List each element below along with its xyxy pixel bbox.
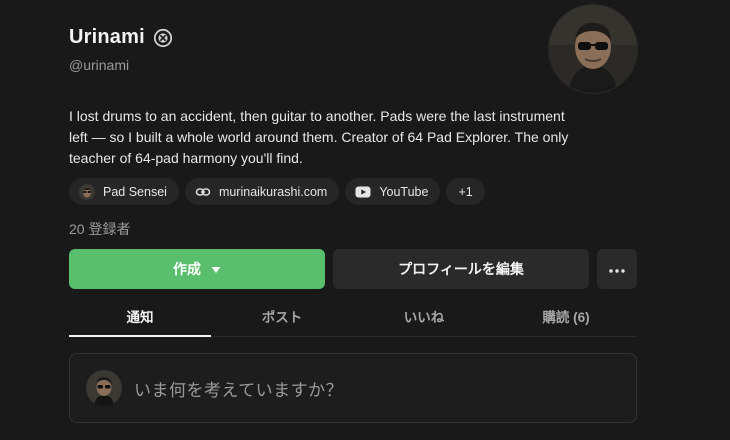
edit-profile-button[interactable]: プロフィールを編集: [333, 249, 589, 289]
profile-tabs: 通知 ポスト いいね 購読 (6): [69, 300, 637, 337]
profile-page: Urinami @urinami I lost drums to an acci…: [0, 0, 730, 440]
composer-placeholder: いま何を考えていますか？: [134, 380, 344, 400]
subscriber-count: 20 登録者: [69, 221, 131, 237]
verified-badge-icon: [153, 28, 173, 48]
post-composer[interactable]: いま何を考えていますか？: [69, 353, 637, 423]
more-links-chip[interactable]: +1: [446, 178, 485, 205]
youtube-icon: [355, 184, 371, 200]
caret-down-icon: [211, 261, 221, 277]
tab-notifications[interactable]: 通知: [69, 300, 211, 337]
profile-handle: @urinami: [69, 57, 130, 73]
avatar-icon: [79, 183, 95, 200]
profile-header: Urinami @urinami: [69, 26, 173, 73]
profile-bio: I lost drums to an accident, then guitar…: [69, 108, 569, 166]
tab-posts[interactable]: ポスト: [211, 300, 353, 336]
tab-subscriptions[interactable]: 購読 (6): [495, 300, 637, 336]
composer-avatar: [86, 370, 122, 406]
profile-actions: 作成 プロフィールを編集: [69, 249, 637, 289]
more-dots-icon: [609, 260, 625, 278]
profile-avatar[interactable]: [549, 5, 637, 93]
more-options-button[interactable]: [597, 249, 637, 289]
link-chip-pad-sensei[interactable]: Pad Sensei: [69, 178, 179, 205]
tab-likes[interactable]: いいね: [353, 300, 495, 336]
link-icon: [195, 184, 211, 200]
profile-name: Urinami: [69, 26, 145, 48]
profile-links: Pad Sensei murinaikurashi.com YouTube +1: [69, 178, 485, 205]
link-chip-website[interactable]: murinaikurashi.com: [184, 178, 340, 205]
link-chip-youtube[interactable]: YouTube: [345, 178, 441, 205]
create-button[interactable]: 作成: [69, 249, 325, 289]
